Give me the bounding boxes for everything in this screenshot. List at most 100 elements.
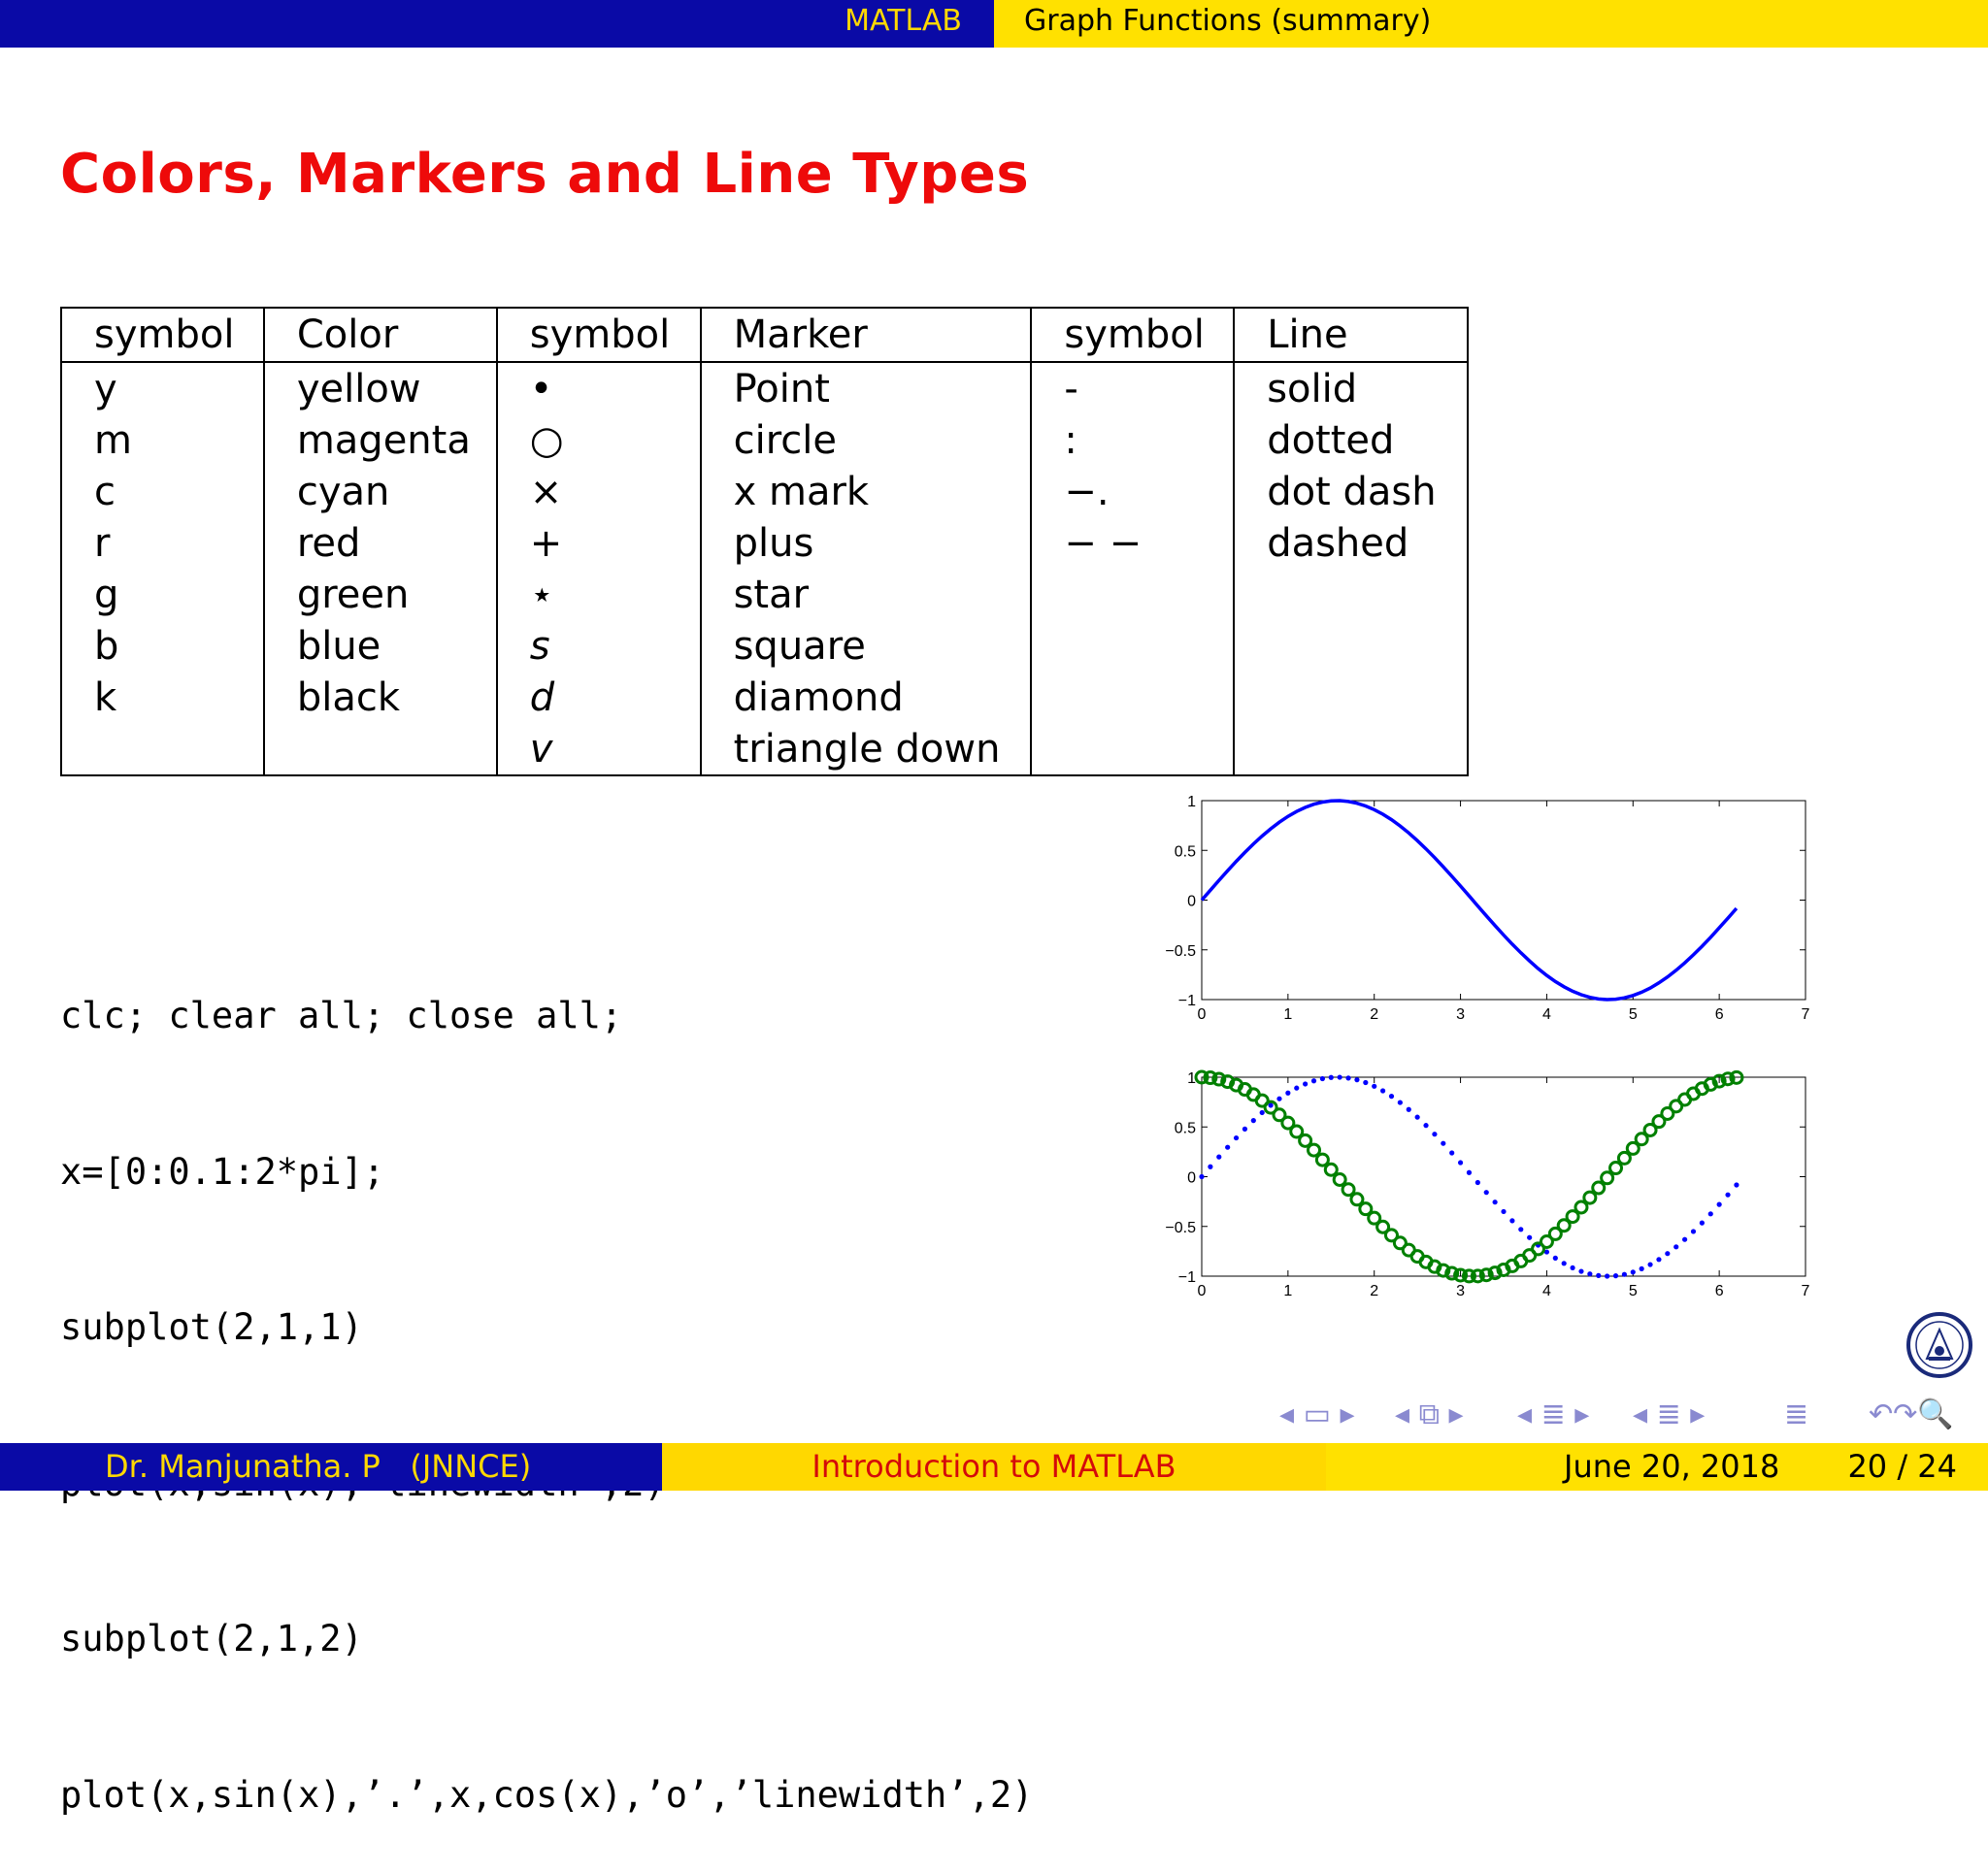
series-point	[1474, 1179, 1480, 1186]
footer-author: Dr. Manjunatha. P (JNNCE)	[105, 1448, 532, 1485]
series-point	[1734, 1182, 1740, 1188]
y-tick-label: −1	[1178, 1269, 1196, 1286]
series-point	[1587, 1271, 1593, 1277]
series-point	[1216, 1154, 1222, 1160]
nav-section-icon[interactable]: ◂ ≣ ▸	[1517, 1397, 1589, 1431]
series-point	[1682, 1236, 1688, 1242]
y-tick-label: −0.5	[1165, 1220, 1196, 1236]
x-tick-label: 3	[1456, 1006, 1465, 1023]
table-cell: r	[60, 517, 265, 569]
table-cell	[60, 723, 265, 776]
header-subsection[interactable]: Graph Functions (summary)	[1024, 4, 1431, 38]
x-tick-label: 2	[1370, 1283, 1378, 1299]
plot-axes-box	[1201, 800, 1806, 1001]
table-header-row: symbol Color symbol Marker symbol Line	[60, 307, 1469, 363]
footer-date-cell: June 20, 2018 20 / 24	[1326, 1443, 1988, 1491]
series-point	[1208, 1164, 1213, 1169]
table-cell: triangle down	[699, 723, 1033, 776]
series-point	[1707, 1211, 1713, 1217]
nav-frame-icon[interactable]: ◂ ▭ ▸	[1279, 1397, 1355, 1431]
table-cell: − −	[1030, 517, 1236, 569]
x-tick-label: 7	[1802, 1283, 1810, 1299]
series-point	[1441, 1140, 1446, 1146]
x-tick-label: 0	[1198, 1006, 1207, 1023]
series-point	[1501, 1208, 1507, 1215]
series-point	[1630, 1269, 1636, 1275]
table-cell	[1233, 723, 1469, 776]
series-point	[1250, 1118, 1256, 1124]
series-point	[1725, 1192, 1731, 1198]
table-cell	[1233, 620, 1469, 672]
series-point	[1303, 1081, 1309, 1087]
table-header: symbol	[1030, 307, 1236, 363]
series-point	[1561, 1261, 1567, 1266]
footer-bar: Dr. Manjunatha. P (JNNCE) Introduction t…	[0, 1443, 1988, 1491]
frame-title: Colors, Markers and Line Types	[60, 143, 1030, 206]
table-row: b blue s square	[60, 620, 1469, 672]
nav-align-icon[interactable]: ≣	[1784, 1397, 1808, 1431]
series-point	[1328, 1074, 1334, 1080]
series-point	[1492, 1199, 1498, 1205]
code-line: subplot(2,1,2)	[60, 1618, 363, 1659]
table-cell: ○	[495, 414, 702, 466]
table-cell	[1233, 672, 1469, 723]
table-cell: solid	[1233, 362, 1469, 414]
series-point	[1268, 1102, 1274, 1108]
table-cell: -	[1030, 362, 1236, 414]
x-tick-label: 1	[1283, 1283, 1292, 1299]
table-cell: square	[699, 620, 1033, 672]
header-section-cell: MATLAB	[0, 0, 994, 48]
table-cell: y	[60, 362, 265, 414]
subplot-figure: 0 1 2 3 4 5 6 710.50−0.5−10 1 2 3 4 5 6 710.50−0.5−1	[1165, 794, 1810, 1299]
table-cell: Point	[699, 362, 1033, 414]
table-cell: diamond	[699, 672, 1033, 723]
series-point	[1578, 1268, 1584, 1274]
nav-subsection-icon[interactable]: ◂ ⧉ ▸	[1395, 1397, 1464, 1431]
series-point	[1406, 1106, 1411, 1112]
code-line: subplot(2,1,1)	[60, 1306, 363, 1348]
series-point	[1233, 1134, 1240, 1141]
series-point	[1319, 1075, 1325, 1082]
y-tick-label: −0.5	[1165, 943, 1196, 960]
x-tick-label: 7	[1802, 1006, 1810, 1023]
table-header: symbol	[495, 307, 702, 363]
table-row: k black d diamond	[60, 672, 1469, 723]
table-cell: dotted	[1233, 414, 1469, 466]
series-point	[1621, 1271, 1627, 1277]
reference-table: symbol Color symbol Marker symbol Line y…	[60, 307, 1469, 776]
series-point	[1285, 1090, 1291, 1096]
header-section[interactable]: MATLAB	[845, 4, 962, 38]
x-tick-label: 6	[1715, 1283, 1724, 1299]
nav-search-icon[interactable]: ↶↷🔍	[1869, 1397, 1954, 1431]
y-tick-label: 0	[1187, 1170, 1196, 1187]
table-cell	[262, 723, 498, 776]
x-tick-label: 4	[1542, 1283, 1551, 1299]
x-tick-label: 6	[1715, 1006, 1724, 1023]
series-point	[1423, 1123, 1429, 1129]
series-point	[1457, 1160, 1464, 1166]
table-cell: m	[60, 414, 265, 466]
footer-title[interactable]: Introduction to MATLAB	[662, 1448, 1326, 1485]
table-cell: magenta	[262, 414, 498, 466]
table-cell: red	[262, 517, 498, 569]
table-header: Line	[1233, 307, 1469, 363]
code-line: plot(x,sin(x),’.’,x,cos(x),’o’,’linewidt…	[60, 1773, 1034, 1816]
table-cell: x mark	[699, 466, 1033, 517]
series-point	[1596, 1272, 1602, 1278]
footer-title-cell: Introduction to MATLAB	[662, 1443, 1326, 1491]
header-bar: MATLAB Graph Functions (summary)	[0, 0, 1988, 48]
series-point	[1639, 1265, 1644, 1271]
plot-axes-box	[1201, 1076, 1806, 1277]
table-row: c cyan × x mark −. dot dash	[60, 466, 1469, 517]
table-cell: ×	[495, 466, 702, 517]
series-point	[1354, 1077, 1360, 1083]
table-row: m magenta ○ circle : dotted	[60, 414, 1469, 466]
table-cell: plus	[699, 517, 1033, 569]
x-tick-label: 3	[1456, 1283, 1465, 1299]
header-subsection-cell: Graph Functions (summary)	[994, 0, 1988, 48]
code-listing: clc; clear all; close all; x=[0:0.1:2*pi…	[60, 886, 1033, 1873]
series-point	[1527, 1234, 1533, 1240]
table-cell	[1233, 569, 1469, 620]
footer-author-cell: Dr. Manjunatha. P (JNNCE)	[0, 1443, 662, 1491]
nav-document-icon[interactable]: ◂ ≣ ▸	[1633, 1397, 1705, 1431]
